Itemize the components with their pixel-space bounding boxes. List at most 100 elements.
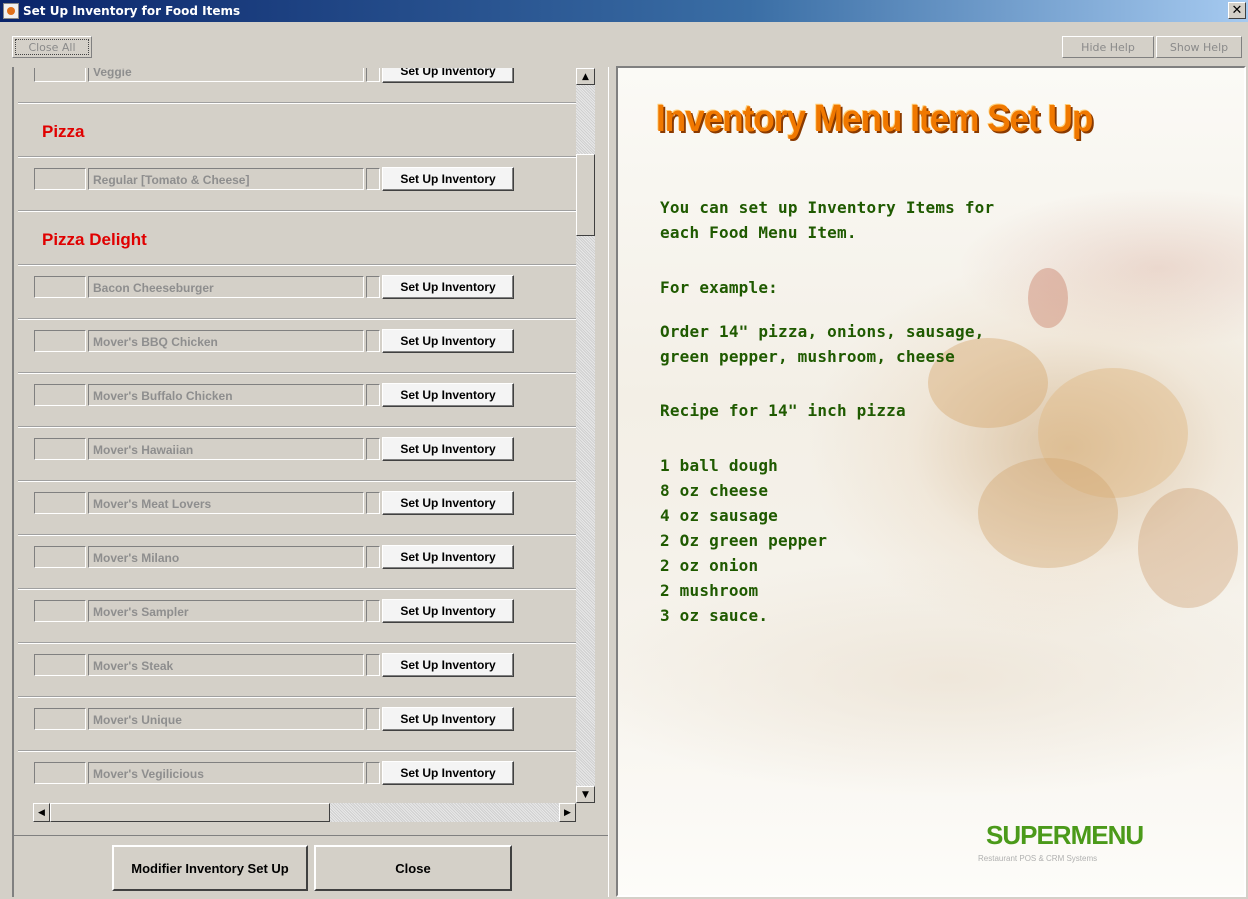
help-title: Inventory Menu Item Set Up: [656, 98, 1093, 140]
help-text-line: You can set up Inventory Items for: [660, 198, 995, 217]
food-image-blob: [1028, 268, 1068, 328]
category-label: Pizza: [42, 122, 85, 141]
item-flag-field: [366, 438, 380, 460]
item-flag-field: [366, 330, 380, 352]
java-app-icon: [3, 3, 19, 19]
item-flag-field: [366, 708, 380, 730]
help-text-line: Recipe for 14" inch pizza: [660, 401, 906, 420]
item-flag-field: [366, 168, 380, 190]
recipe-line: 2 mushroom: [660, 581, 759, 600]
item-name-field: Mover's Steak: [88, 654, 364, 676]
item-name-field: Mover's Hawaiian: [88, 438, 364, 460]
set-up-inventory-button[interactable]: Set Up Inventory: [382, 167, 514, 191]
item-flag-field: [366, 546, 380, 568]
set-up-inventory-button[interactable]: Set Up Inventory: [382, 383, 514, 407]
item-flag-field: [366, 276, 380, 298]
food-item-list[interactable]: Veggie Set Up Inventory Pizza Regular [Toma…: [18, 68, 576, 803]
food-item-row: Bacon Cheeseburger Set Up Inventory: [18, 265, 576, 319]
food-item-row: Veggie Set Up Inventory: [18, 68, 576, 103]
set-up-inventory-button[interactable]: Set Up Inventory: [382, 599, 514, 623]
item-name-field: Mover's Sampler: [88, 600, 364, 622]
horizontal-scrollbar[interactable]: ◀ ▶: [33, 803, 576, 822]
horizontal-scroll-thumb[interactable]: [50, 803, 330, 822]
item-name-field: Mover's Vegilicious: [88, 762, 364, 784]
food-item-row: Mover's Steak Set Up Inventory: [18, 643, 576, 697]
item-code-field: [34, 68, 86, 82]
show-help-button[interactable]: Show Help: [1156, 36, 1242, 58]
item-flag-field: [366, 68, 380, 82]
vertical-scroll-thumb[interactable]: [576, 154, 595, 236]
recipe-line: 8 oz cheese: [660, 481, 769, 500]
set-up-inventory-button[interactable]: Set Up Inventory: [382, 437, 514, 461]
scroll-right-arrow-icon[interactable]: ▶: [559, 803, 576, 822]
item-name-field: Mover's Buffalo Chicken: [88, 384, 364, 406]
food-item-row: Mover's Meat Lovers Set Up Inventory: [18, 481, 576, 535]
title-bar: Set Up Inventory for Food Items ✕: [0, 0, 1248, 22]
item-flag-field: [366, 654, 380, 676]
window-title: Set Up Inventory for Food Items: [23, 4, 241, 18]
food-item-row: Mover's Sampler Set Up Inventory: [18, 589, 576, 643]
item-code-field: [34, 708, 86, 730]
recipe-line: 4 oz sausage: [660, 506, 778, 525]
set-up-inventory-button[interactable]: Set Up Inventory: [382, 329, 514, 353]
scroll-left-arrow-icon[interactable]: ◀: [33, 803, 50, 822]
hide-help-button[interactable]: Hide Help: [1062, 36, 1154, 58]
bottom-button-bar: Modifier Inventory Set Up Close: [14, 835, 608, 897]
item-name-field: Regular [Tomato & Cheese]: [88, 168, 364, 190]
category-header: Pizza Delight: [18, 211, 576, 265]
set-up-inventory-button[interactable]: Set Up Inventory: [382, 653, 514, 677]
item-name-field: Mover's Milano: [88, 546, 364, 568]
item-code-field: [34, 168, 86, 190]
close-button[interactable]: Close: [314, 845, 512, 891]
close-all-button[interactable]: Close All: [12, 36, 92, 58]
set-up-inventory-button[interactable]: Set Up Inventory: [382, 545, 514, 569]
scroll-down-arrow-icon[interactable]: ▼: [576, 786, 595, 803]
food-item-row: Mover's Unique Set Up Inventory: [18, 697, 576, 751]
recipe-line: 2 oz onion: [660, 556, 759, 575]
item-name-field: Mover's BBQ Chicken: [88, 330, 364, 352]
category-header: Pizza: [18, 103, 576, 157]
recipe-line: 1 ball dough: [660, 456, 778, 475]
supermenu-logo: SUPERMENU: [986, 820, 1144, 850]
item-code-field: [34, 546, 86, 568]
help-panel: Inventory Menu Item Set Up You can set u…: [616, 66, 1246, 897]
category-label: Pizza Delight: [42, 230, 147, 249]
vertical-scrollbar[interactable]: ▲ ▼: [576, 68, 595, 803]
food-item-row: Mover's Buffalo Chicken Set Up Inventory: [18, 373, 576, 427]
item-flag-field: [366, 384, 380, 406]
item-code-field: [34, 600, 86, 622]
item-flag-field: [366, 492, 380, 514]
food-item-row: Mover's Milano Set Up Inventory: [18, 535, 576, 589]
help-text-line: Order 14" pizza, onions, sausage,: [660, 322, 985, 341]
modifier-inventory-setup-button[interactable]: Modifier Inventory Set Up: [112, 845, 308, 891]
item-code-field: [34, 762, 86, 784]
item-code-field: [34, 276, 86, 298]
set-up-inventory-button[interactable]: Set Up Inventory: [382, 707, 514, 731]
help-text-line: For example:: [660, 278, 778, 297]
set-up-inventory-button[interactable]: Set Up Inventory: [382, 68, 514, 83]
top-toolbar: Close All Hide Help Show Help: [0, 22, 1248, 62]
help-text-line: green pepper, mushroom, cheese: [660, 347, 955, 366]
item-name-field: Bacon Cheeseburger: [88, 276, 364, 298]
item-code-field: [34, 654, 86, 676]
food-image-blob: [1138, 488, 1238, 608]
help-text-line: each Food Menu Item.: [660, 223, 857, 242]
window-close-button[interactable]: ✕: [1228, 2, 1246, 19]
set-up-inventory-button[interactable]: Set Up Inventory: [382, 761, 514, 785]
set-up-inventory-button[interactable]: Set Up Inventory: [382, 491, 514, 515]
item-name-field: Mover's Unique: [88, 708, 364, 730]
item-code-field: [34, 492, 86, 514]
item-flag-field: [366, 600, 380, 622]
recipe-line: 3 oz sauce.: [660, 606, 769, 625]
scroll-up-arrow-icon[interactable]: ▲: [576, 68, 595, 85]
recipe-line: 2 Oz green pepper: [660, 531, 828, 550]
item-code-field: [34, 384, 86, 406]
food-item-row: Regular [Tomato & Cheese] Set Up Inventor…: [18, 157, 576, 211]
item-code-field: [34, 438, 86, 460]
item-name-field: Mover's Meat Lovers: [88, 492, 364, 514]
set-up-inventory-button[interactable]: Set Up Inventory: [382, 275, 514, 299]
food-item-row: Mover's Hawaiian Set Up Inventory: [18, 427, 576, 481]
item-code-field: [34, 330, 86, 352]
food-item-row: Mover's Vegilicious Set Up Inventory: [18, 751, 576, 803]
item-name-field: Veggie: [88, 68, 364, 82]
